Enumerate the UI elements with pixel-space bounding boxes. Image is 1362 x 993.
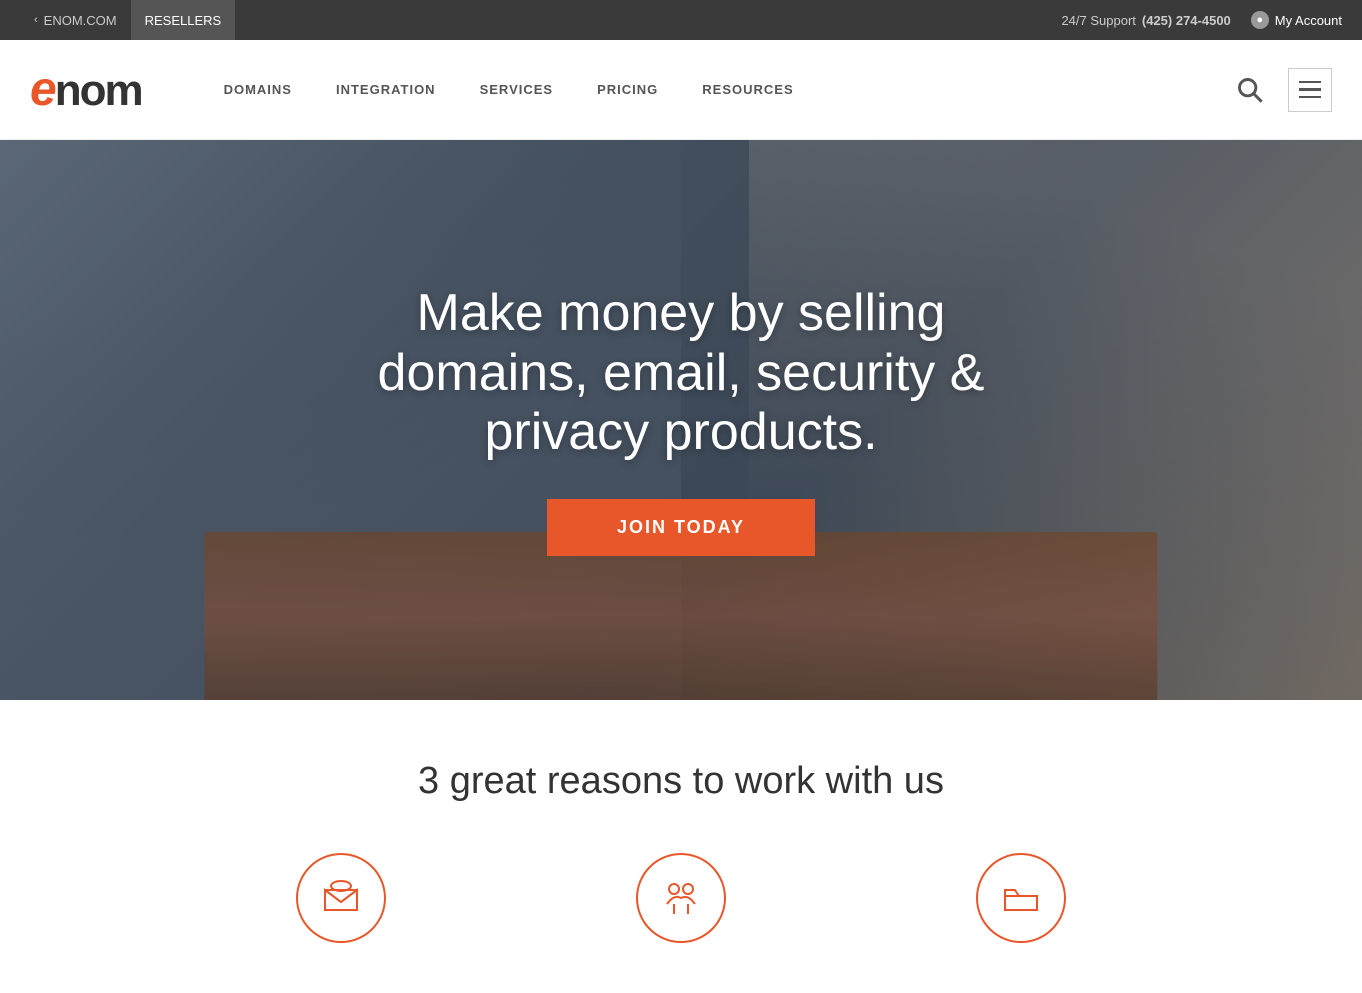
- reason-item-1: [171, 853, 511, 953]
- logo-rest: nom: [55, 66, 142, 115]
- logo[interactable]: enom: [30, 62, 142, 117]
- support-label: 24/7 Support: [1061, 13, 1135, 28]
- header: enom DOMAINS INTEGRATION SERVICES PRICIN…: [0, 40, 1362, 140]
- top-bar-right: 24/7 Support (425) 274-4500 ● My Account: [1061, 11, 1342, 29]
- support-info: 24/7 Support (425) 274-4500: [1061, 13, 1230, 28]
- top-bar-left: ‹ ENOM.COM RESELLERS: [20, 0, 235, 40]
- search-button[interactable]: [1228, 68, 1272, 112]
- hamburger-icon: [1299, 81, 1321, 99]
- enom-link[interactable]: ‹ ENOM.COM: [20, 0, 131, 40]
- reasons-icons: [40, 853, 1322, 953]
- main-nav: DOMAINS INTEGRATION SERVICES PRICING RES…: [202, 40, 1228, 140]
- nav-resources[interactable]: RESOURCES: [680, 40, 815, 140]
- envelope-icon: [319, 876, 363, 920]
- my-account-link[interactable]: ● My Account: [1251, 11, 1342, 29]
- nav-integration[interactable]: INTEGRATION: [314, 40, 458, 140]
- search-icon: [1236, 76, 1264, 104]
- chevron-left-icon: ‹: [34, 14, 38, 26]
- nav-domains[interactable]: DOMAINS: [202, 40, 314, 140]
- account-label: My Account: [1275, 13, 1342, 28]
- resellers-link[interactable]: RESELLERS: [131, 0, 236, 40]
- logo-text: enom: [30, 62, 142, 117]
- hero-section: Make money by selling domains, email, se…: [0, 140, 1362, 700]
- reason-icon-circle-3: [976, 853, 1066, 943]
- reasons-title: 3 great reasons to work with us: [40, 760, 1322, 803]
- folder-icon: [999, 876, 1043, 920]
- hamburger-menu-button[interactable]: [1288, 68, 1332, 112]
- nav-services[interactable]: SERVICES: [458, 40, 576, 140]
- nav-actions: [1228, 68, 1332, 112]
- hero-content: Make money by selling domains, email, se…: [321, 264, 1041, 576]
- reason-icon-circle-1: [296, 853, 386, 943]
- reason-item-3: [851, 853, 1191, 953]
- logo-e: e: [30, 63, 55, 116]
- handshake-icon: [659, 876, 703, 920]
- nav-pricing[interactable]: PRICING: [575, 40, 680, 140]
- reason-icon-circle-2: [636, 853, 726, 943]
- top-bar: ‹ ENOM.COM RESELLERS 24/7 Support (425) …: [0, 0, 1362, 40]
- user-icon: ●: [1251, 11, 1269, 29]
- join-today-button[interactable]: JOIN TODAY: [547, 499, 815, 556]
- hero-title: Make money by selling domains, email, se…: [341, 284, 1021, 463]
- reason-item-2: [511, 853, 851, 953]
- phone-number: (425) 274-4500: [1142, 13, 1231, 28]
- reasons-section: 3 great reasons to work with us: [0, 700, 1362, 993]
